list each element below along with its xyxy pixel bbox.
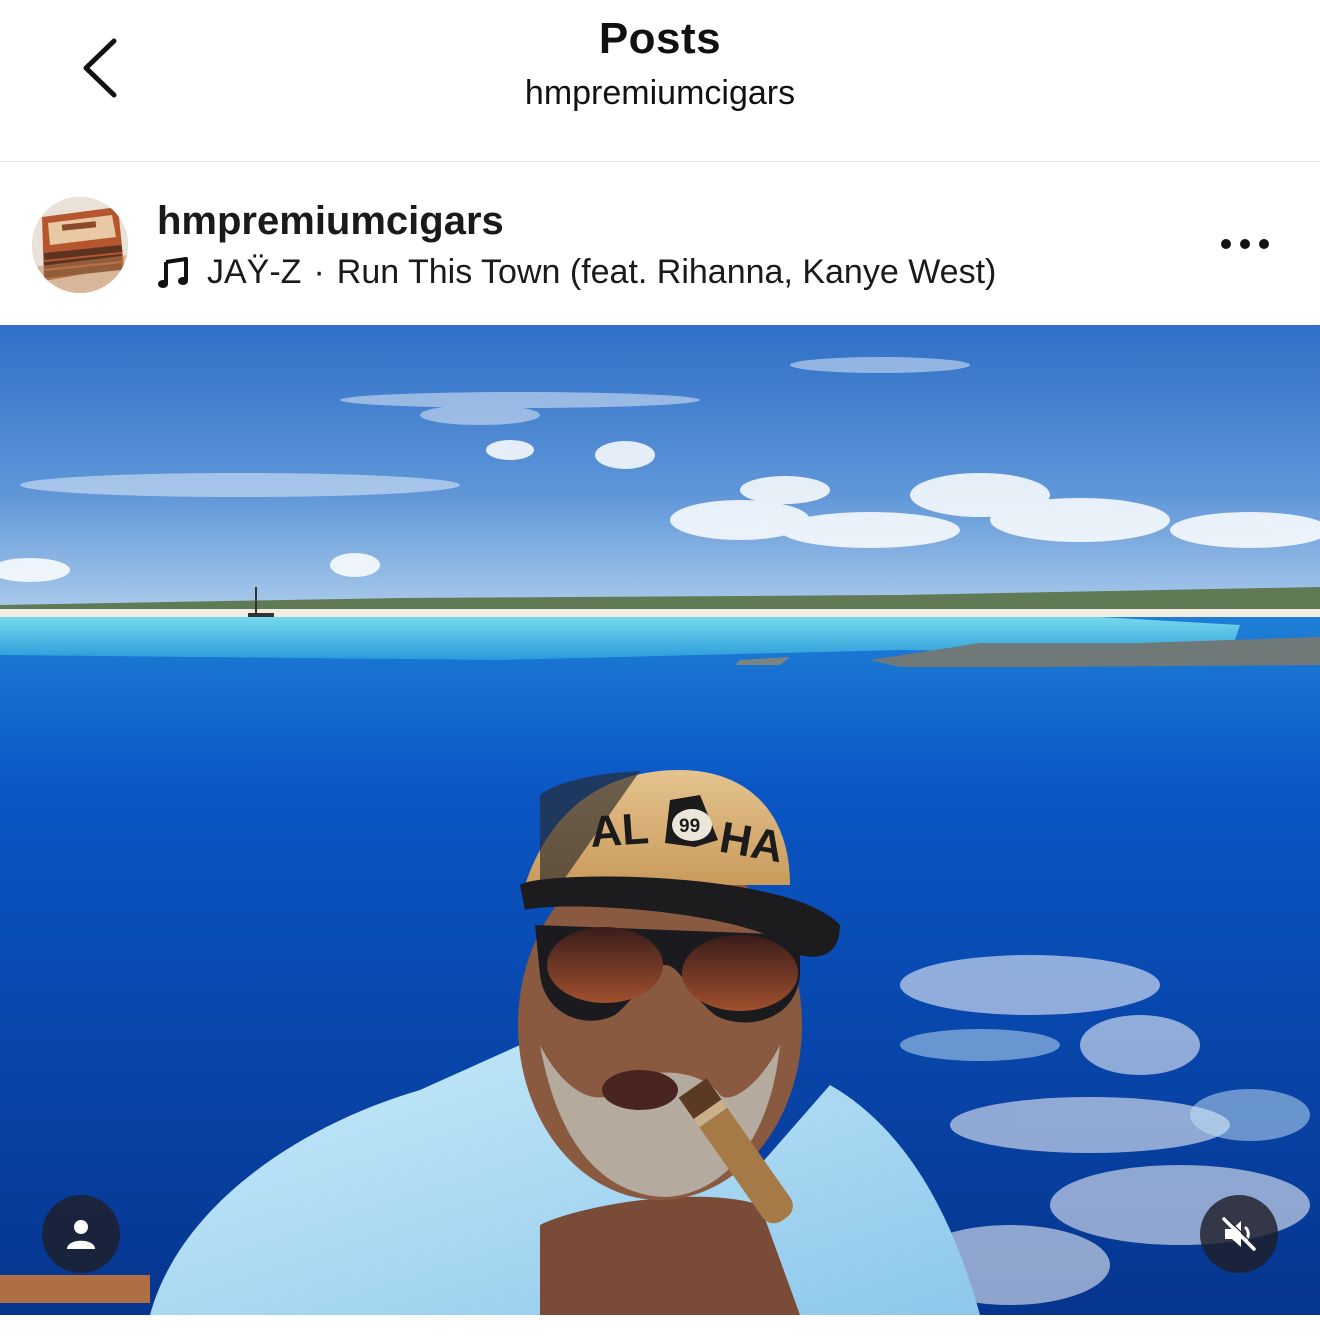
more-options-button[interactable]: [1210, 221, 1280, 267]
speaker-muted-icon: [1222, 1216, 1257, 1251]
post-header: hmpremiumcigars JAŸ-Z · Run This Town (f…: [0, 163, 1320, 325]
cap-text-left: AL: [588, 804, 650, 857]
feed-divider: [0, 1315, 1320, 1341]
post-media[interactable]: AL 99 HA: [0, 325, 1320, 1315]
avatar-image: [32, 197, 128, 293]
music-artist: JAŸ-Z: [207, 253, 302, 291]
music-track: Run This Town (feat. Rihanna, Kanye West…: [336, 253, 997, 291]
music-separator: ·: [313, 253, 325, 291]
tagged-people-button[interactable]: [42, 1195, 120, 1273]
more-horizontal-icon: [1221, 239, 1269, 249]
avatar[interactable]: [32, 197, 128, 293]
post-username[interactable]: hmpremiumcigars: [157, 199, 504, 244]
music-attribution[interactable]: JAŸ-Z · Run This Town (feat. Rihanna, Ka…: [157, 253, 996, 292]
mute-toggle-button[interactable]: [1200, 1195, 1278, 1273]
top-navigation-bar: Posts hmpremiumcigars: [0, 0, 1320, 162]
user-tag-icon: [67, 1220, 95, 1249]
post-photo: AL 99 HA: [0, 325, 1320, 1315]
page-subtitle: hmpremiumcigars: [524, 74, 796, 112]
cap-badge-text: 99: [679, 816, 700, 837]
page-title: Posts: [598, 14, 722, 63]
music-note-icon: [158, 256, 188, 288]
